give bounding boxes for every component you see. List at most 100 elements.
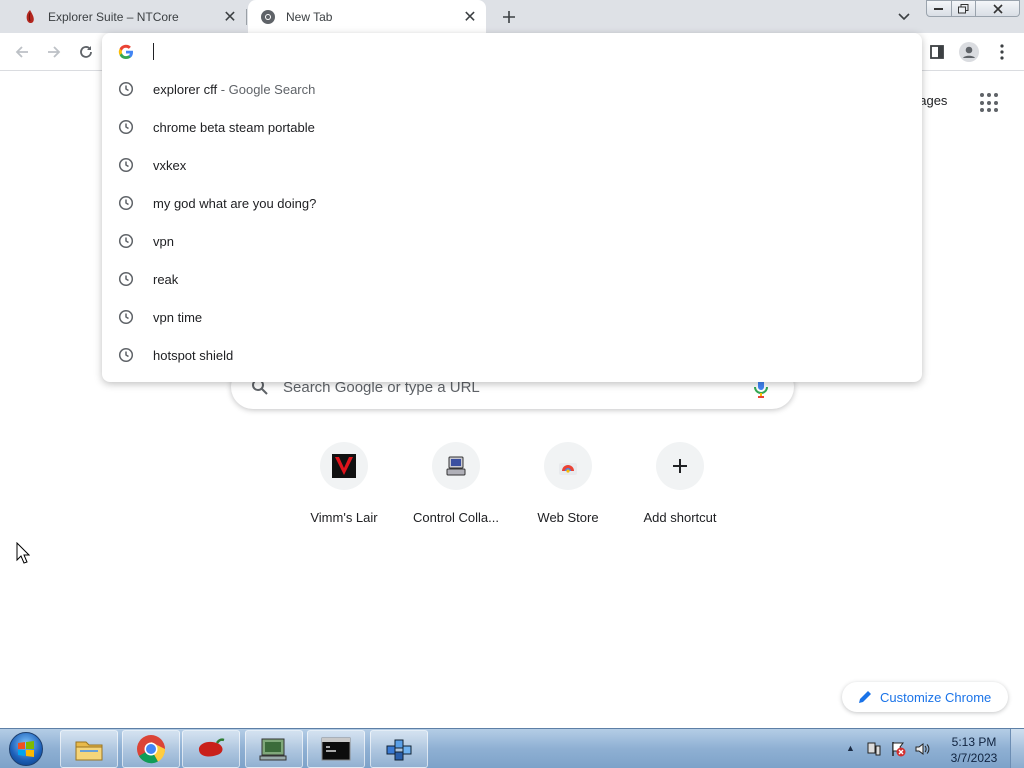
tab-separator (246, 9, 247, 25)
omnibox (102, 33, 922, 71)
forward-button[interactable] (44, 42, 64, 62)
action-center-icon[interactable] (890, 741, 906, 757)
start-button[interactable] (6, 731, 46, 767)
suggestion-query: vpn time (153, 309, 203, 325)
suggestion-list: explorer cff - Google Search chrome beta … (102, 70, 922, 374)
suggestion-text: explorer cff - Google Search (153, 82, 315, 97)
taskbar-clock[interactable]: 5:13 PM 3/7/2023 (946, 734, 1002, 766)
google-apps-icon[interactable] (980, 93, 1000, 113)
suggestion-text: hotspot shield (153, 348, 233, 363)
suggestion-query: explorer cff (153, 81, 218, 97)
restore-button[interactable] (952, 0, 976, 17)
plus-icon (673, 459, 687, 473)
device-icon[interactable] (866, 741, 882, 757)
command-prompt-icon (321, 737, 351, 761)
omnibox-dropdown: explorer cff - Google Search chrome beta … (102, 33, 922, 382)
suggestion-text: vpn time (153, 310, 202, 325)
back-button[interactable] (12, 42, 32, 62)
suggestion-item[interactable]: explorer cff - Google Search (102, 70, 922, 108)
suggestion-item[interactable]: vxkex (102, 146, 922, 184)
window-controls (926, 0, 1020, 18)
close-icon (992, 3, 1003, 14)
suggestion-text: chrome beta steam portable (153, 120, 315, 135)
shortcut-label: Web Store (537, 510, 599, 525)
tab-new-tab[interactable]: New Tab ✕ (248, 0, 486, 33)
suggestion-query: reak (153, 271, 179, 287)
side-panel-icon (930, 45, 944, 59)
reload-icon (80, 46, 92, 58)
taskbar-chrome[interactable] (122, 730, 180, 768)
shortcut-vimms-lair[interactable]: Vimm's Lair (288, 442, 400, 532)
restore-icon (958, 3, 969, 13)
suggestion-query: hotspot shield (153, 347, 234, 363)
suggestion-text: reak (153, 272, 178, 287)
chrome-menu-button[interactable] (991, 41, 1013, 63)
profile-button[interactable] (958, 41, 980, 63)
clock-icon (118, 157, 134, 173)
show-hidden-icons-icon[interactable]: ▲ (846, 743, 855, 753)
tab-title: Explorer Suite – NTCore (48, 9, 179, 24)
plus-icon (503, 11, 515, 23)
suggestion-item[interactable]: reak (102, 260, 922, 298)
close-window-button[interactable] (976, 0, 1020, 17)
clock-icon (118, 347, 134, 363)
omnibox-input[interactable] (153, 41, 853, 63)
shortcut-tile (656, 442, 704, 490)
taskbar-registry-app[interactable] (370, 730, 428, 768)
arrow-right-icon (48, 46, 61, 58)
new-tab-button[interactable] (498, 6, 520, 28)
shortcut-tile (320, 442, 368, 490)
suggestion-item[interactable]: chrome beta steam portable (102, 108, 922, 146)
clock-icon (118, 119, 134, 135)
show-desktop-button[interactable] (1010, 729, 1024, 768)
suggestion-item[interactable]: vpn (102, 222, 922, 260)
avatar-icon (959, 42, 979, 62)
tab-title: New Tab (286, 9, 333, 24)
clock-icon (118, 233, 134, 249)
reload-button[interactable] (76, 42, 96, 62)
volume-icon[interactable] (914, 741, 930, 757)
minimize-icon (934, 7, 943, 10)
clock-date: 3/7/2023 (950, 751, 998, 765)
taskbar-pepper-app[interactable] (182, 730, 240, 768)
taskbar-command-prompt[interactable] (307, 730, 365, 768)
side-panel-button[interactable] (926, 41, 948, 63)
pencil-icon (859, 691, 871, 703)
registry-app-icon (386, 739, 412, 761)
suggestion-suffix: - Google Search (217, 81, 316, 97)
taskbar-network-app[interactable] (245, 730, 303, 768)
pepper-app-icon (198, 738, 225, 757)
chrome-icon (137, 735, 166, 764)
suggestion-text: vpn (153, 234, 174, 249)
vimms-lair-icon (332, 454, 356, 478)
customize-label: Customize Chrome (880, 689, 992, 705)
minimize-button[interactable] (926, 0, 952, 17)
add-shortcut-button[interactable]: Add shortcut (624, 442, 736, 532)
suggestion-item[interactable]: vpn time (102, 298, 922, 336)
tab-strip: Explorer Suite – NTCore ✕ New Tab ✕ (0, 0, 1024, 33)
suggestion-query: vpn (153, 233, 174, 249)
shortcut-control-collab[interactable]: Control Colla... (400, 442, 512, 532)
suggestion-item[interactable]: hotspot shield (102, 336, 922, 374)
clock-icon (118, 309, 134, 325)
suggestion-text: vxkex (153, 158, 186, 173)
shortcut-label: Control Colla... (413, 510, 499, 525)
close-tab-icon[interactable]: ✕ (220, 7, 240, 27)
tab-explorer-suite[interactable]: Explorer Suite – NTCore ✕ (0, 0, 246, 33)
customize-chrome-button[interactable]: Customize Chrome (842, 682, 1008, 712)
suggestion-query: vxkex (153, 157, 187, 173)
clock-icon (118, 195, 134, 211)
tab-search-button[interactable] (894, 7, 914, 27)
file-explorer-icon (75, 741, 103, 761)
suggestion-text: my god what are you doing? (153, 196, 316, 211)
windows-taskbar: ▲ 5:13 PM 3/7/2023 (0, 728, 1024, 768)
shortcut-web-store[interactable]: Web Store (512, 442, 624, 532)
shortcut-label: Vimm's Lair (310, 510, 378, 525)
control-collab-icon (446, 456, 466, 476)
clock-time: 5:13 PM (951, 735, 997, 749)
suggestion-item[interactable]: my god what are you doing? (102, 184, 922, 222)
taskbar-file-explorer[interactable] (60, 730, 118, 768)
kebab-menu-icon (1000, 44, 1004, 60)
close-tab-icon[interactable]: ✕ (460, 7, 480, 27)
web-store-icon (559, 463, 577, 475)
